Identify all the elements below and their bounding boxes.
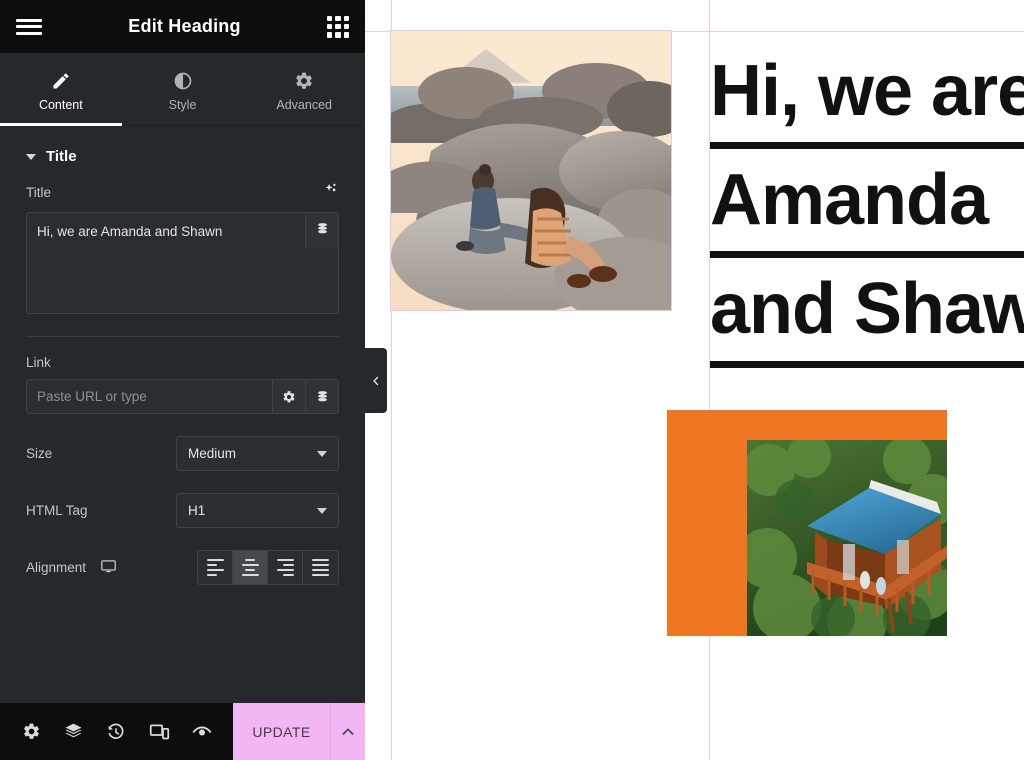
align-left-button[interactable] [198,551,233,584]
tab-advanced[interactable]: Advanced [243,53,365,125]
elementor-editor: Edit Heading Content Style Advanced Titl… [0,0,1024,760]
tab-style[interactable]: Style [122,53,244,125]
editor-panel: Edit Heading Content Style Advanced Titl… [0,0,365,760]
pencil-icon [53,72,69,88]
treehouse-section[interactable] [667,410,947,636]
responsive-mode-icon[interactable] [144,717,174,747]
heading-line-1: Hi, we are [710,40,1024,150]
section-title-label: Title [46,148,77,165]
alignment-button-group [197,550,339,585]
size-control: Size Medium [0,436,365,471]
dynamic-tags-database-icon[interactable] [305,213,338,248]
couple-on-rocks-image [391,31,671,310]
title-field-label: Title [26,184,52,200]
panel-header: Edit Heading [0,0,365,53]
contrast-half-circle-icon [174,72,191,89]
link-options-gear-icon[interactable] [272,380,305,413]
chevron-down-icon [317,450,327,457]
title-input-wrapper [26,212,339,314]
link-field-label: Link [26,355,51,370]
section-title-header[interactable]: Title [0,126,365,175]
html-tag-select[interactable]: H1 [176,493,339,528]
size-select[interactable]: Medium [176,436,339,471]
hamburger-icon[interactable] [16,17,42,37]
link-dynamic-tags-database-icon[interactable] [305,380,338,413]
alignment-control: Alignment [0,550,365,585]
tab-content-label: Content [38,97,83,112]
history-clock-icon[interactable] [101,717,131,747]
heading-line-3: and Shawn [710,258,1024,368]
link-input[interactable] [27,380,272,413]
link-input-wrapper [26,379,339,414]
couple-on-rocks-photo[interactable] [390,30,672,311]
align-center-button[interactable] [233,551,268,584]
ai-sparkle-icon[interactable] [322,181,339,203]
update-options-chevron-up-icon[interactable] [330,703,365,760]
panel-tabs: Content Style Advanced [0,53,365,126]
panel-body: Title Title Hi, we are Amanda and Shawn … [0,126,365,703]
chevron-left-icon [373,376,379,385]
chevron-down-icon [317,507,327,514]
update-button[interactable]: UPDATE [233,703,330,760]
treehouse-photo[interactable] [747,440,947,636]
grid-widgets-icon[interactable] [327,15,349,38]
settings-gear-icon[interactable] [16,717,46,747]
footer-icon-bar [0,703,233,760]
align-justify-button[interactable] [303,551,338,584]
html-tag-value: H1 [188,503,206,518]
panel-collapse-handle[interactable] [365,348,387,413]
html-tag-control: HTML Tag H1 [0,493,365,528]
treehouse-image [747,440,947,636]
title-input[interactable] [27,213,305,313]
tab-content[interactable]: Content [0,53,122,126]
alignment-label: Alignment [26,560,87,575]
align-right-button[interactable] [268,551,303,584]
desktop-monitor-icon[interactable] [100,558,117,578]
page-title: Edit Heading [128,16,241,36]
panel-footer: UPDATE [0,703,365,760]
caret-down-icon [26,153,36,160]
html-tag-label: HTML Tag [26,503,88,518]
gear-icon [296,72,312,89]
size-value: Medium [188,446,237,461]
size-label: Size [26,446,53,461]
tab-advanced-label: Advanced [276,97,332,112]
tab-style-label: Style [168,97,197,112]
preview-canvas[interactable]: Hi, we are Amanda and Shawn [365,0,1024,760]
preview-eye-icon[interactable] [187,717,217,747]
title-control: Title [0,175,365,314]
navigator-layers-icon[interactable] [59,717,89,747]
link-control: Link [0,337,365,414]
heading-element[interactable]: Hi, we are Amanda and Shawn [710,40,1024,368]
heading-line-2: Amanda [710,149,1024,259]
